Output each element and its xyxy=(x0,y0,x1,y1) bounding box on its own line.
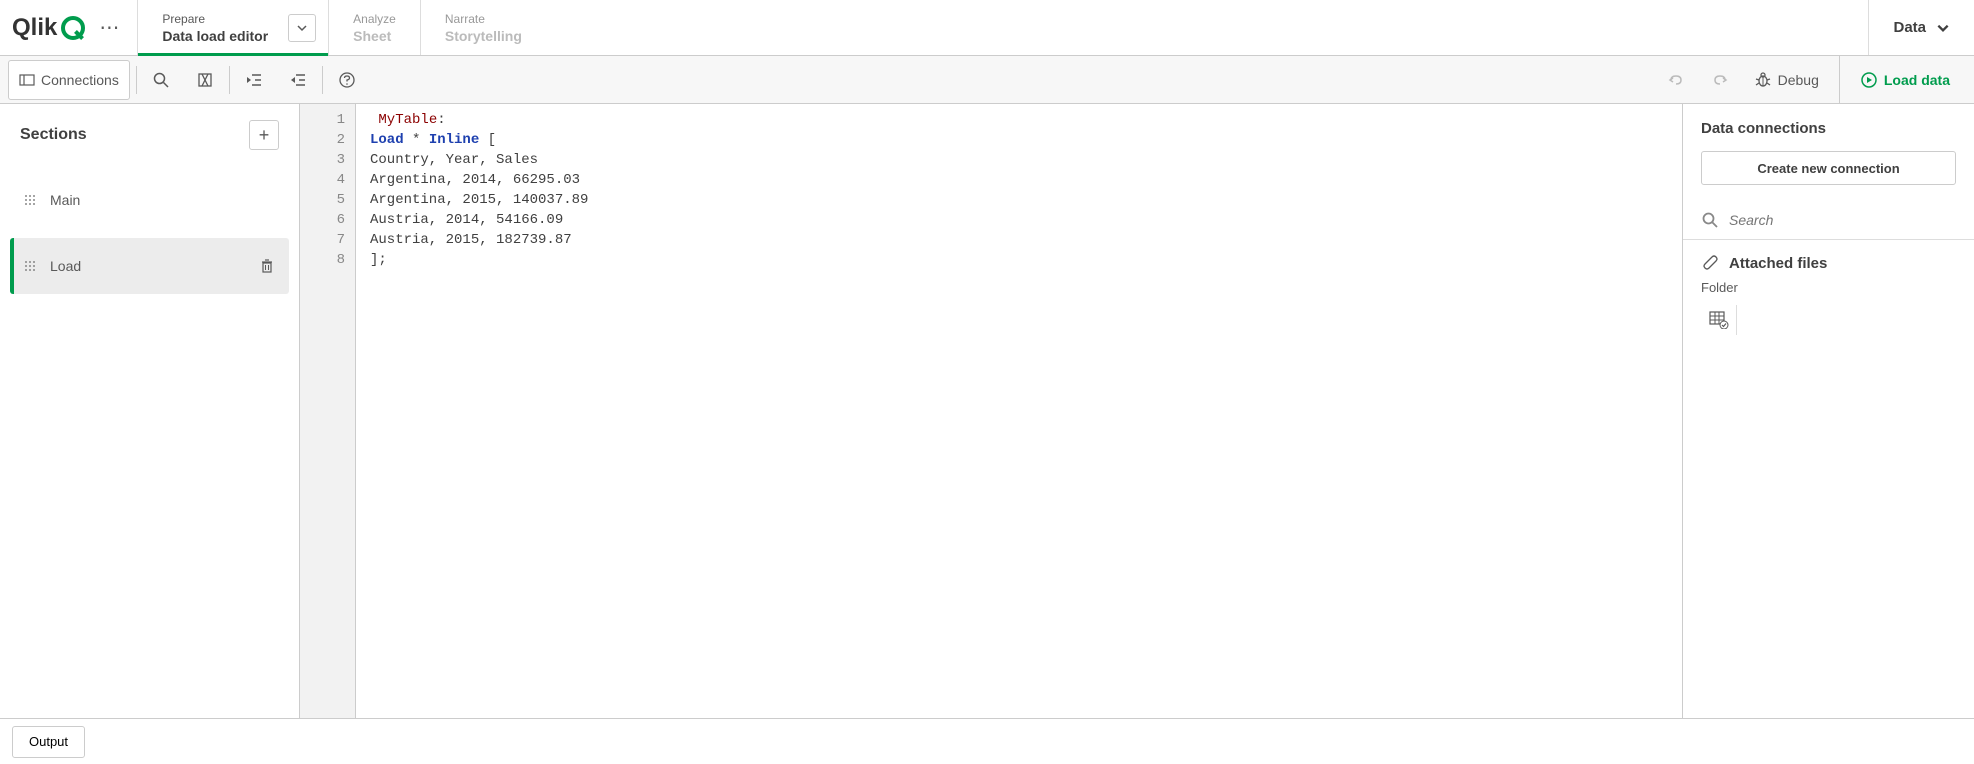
outdent-button[interactable] xyxy=(276,60,320,100)
trash-icon xyxy=(259,258,275,274)
line-number: 6 xyxy=(306,210,345,230)
tab-sub: Sheet xyxy=(353,28,396,44)
code-editor[interactable]: 12345678 MyTable:Load * Inline [Country,… xyxy=(300,104,1682,718)
app-dropdown-label: Data xyxy=(1893,19,1926,36)
tab-label: Prepare xyxy=(162,12,268,26)
app-logo[interactable]: Qlik xyxy=(12,14,85,42)
redo-icon xyxy=(1711,71,1729,89)
editor-gutter: 12345678 xyxy=(300,104,356,718)
outdent-icon xyxy=(289,71,307,89)
line-number: 5 xyxy=(306,190,345,210)
nav-tabs: Prepare Data load editor Analyze Sheet N… xyxy=(137,0,1868,55)
line-number: 1 xyxy=(306,110,345,130)
section-name: Main xyxy=(50,192,275,208)
status-bar: Output xyxy=(0,718,1974,764)
connections-search xyxy=(1683,201,1974,239)
toolbar: Connections Debug Load data xyxy=(0,56,1974,104)
separator xyxy=(229,66,230,94)
section-item-main[interactable]: Main xyxy=(10,172,289,228)
section-name: Load xyxy=(50,258,245,274)
connections-title: Data connections xyxy=(1701,120,1956,137)
more-menu-icon[interactable]: ⋯ xyxy=(93,12,125,44)
code-line[interactable]: Country, Year, Sales xyxy=(370,150,1668,170)
add-section-button[interactable]: + xyxy=(249,120,279,150)
comment-icon xyxy=(196,71,214,89)
tab-narrate[interactable]: Narrate Storytelling xyxy=(420,0,546,55)
attached-files-section: Attached files Folder xyxy=(1683,239,1974,349)
code-line[interactable]: Argentina, 2014, 66295.03 xyxy=(370,170,1668,190)
chevron-down-icon xyxy=(1936,21,1950,35)
attached-files-title: Attached files xyxy=(1729,255,1827,272)
indent-icon xyxy=(245,71,263,89)
delete-section-button[interactable] xyxy=(259,258,275,274)
search-icon xyxy=(1701,211,1719,229)
code-line[interactable]: Austria, 2015, 182739.87 xyxy=(370,230,1668,250)
bug-icon xyxy=(1754,71,1772,89)
connections-button[interactable]: Connections xyxy=(8,60,130,100)
line-number: 8 xyxy=(306,250,345,270)
code-line[interactable]: Austria, 2014, 54166.09 xyxy=(370,210,1668,230)
help-icon xyxy=(338,71,356,89)
separator xyxy=(322,66,323,94)
line-number: 7 xyxy=(306,230,345,250)
code-line[interactable]: Load * Inline [ xyxy=(370,130,1668,150)
drag-handle-icon[interactable] xyxy=(24,260,36,272)
line-number: 4 xyxy=(306,170,345,190)
create-connection-button[interactable]: Create new connection xyxy=(1701,151,1956,185)
line-number: 3 xyxy=(306,150,345,170)
play-icon xyxy=(1860,71,1878,89)
top-bar: Qlik ⋯ Prepare Data load editor Analyze … xyxy=(0,0,1974,56)
search-button[interactable] xyxy=(139,60,183,100)
tab-sub: Data load editor xyxy=(162,28,268,44)
logo-mark-icon xyxy=(61,16,85,40)
load-data-label: Load data xyxy=(1884,72,1950,88)
attachment-icon xyxy=(1701,254,1719,272)
drag-handle-icon[interactable] xyxy=(24,194,36,206)
debug-label: Debug xyxy=(1778,72,1819,88)
comment-toggle-button[interactable] xyxy=(183,60,227,100)
sections-panel: Sections + Main Load xyxy=(0,104,300,718)
tab-dropdown-button[interactable] xyxy=(288,14,316,42)
load-data-button[interactable]: Load data xyxy=(1839,56,1970,104)
editor-code[interactable]: MyTable:Load * Inline [Country, Year, Sa… xyxy=(356,104,1682,718)
select-data-button[interactable] xyxy=(1701,305,1737,335)
panel-icon xyxy=(19,72,35,88)
separator xyxy=(136,66,137,94)
debug-button[interactable]: Debug xyxy=(1742,60,1831,100)
attached-files-header: Attached files xyxy=(1701,254,1956,272)
folder-label: Folder xyxy=(1701,280,1956,295)
tab-label: Narrate xyxy=(445,12,522,26)
tab-label: Analyze xyxy=(353,12,396,26)
output-button[interactable]: Output xyxy=(12,726,85,758)
line-number: 2 xyxy=(306,130,345,150)
connections-search-input[interactable] xyxy=(1729,212,1956,228)
main: Sections + Main Load 12345678 MyTable:Lo… xyxy=(0,104,1974,718)
app-dropdown[interactable]: Data xyxy=(1868,0,1974,55)
sections-header: Sections + xyxy=(10,120,289,162)
sections-title: Sections xyxy=(20,126,87,144)
tab-analyze[interactable]: Analyze Sheet xyxy=(328,0,420,55)
section-item-load[interactable]: Load xyxy=(10,238,289,294)
undo-icon xyxy=(1667,71,1685,89)
connections-section: Data connections Create new connection xyxy=(1683,104,1974,201)
logo-text: Qlik xyxy=(12,14,57,42)
code-line[interactable]: Argentina, 2015, 140037.89 xyxy=(370,190,1668,210)
indent-button[interactable] xyxy=(232,60,276,100)
undo-button[interactable] xyxy=(1654,60,1698,100)
code-line[interactable]: ]; xyxy=(370,250,1668,270)
connections-label: Connections xyxy=(41,72,119,88)
help-button[interactable] xyxy=(325,60,369,100)
code-line[interactable]: MyTable: xyxy=(370,110,1668,130)
logo-area: Qlik ⋯ xyxy=(0,0,137,55)
tab-sub: Storytelling xyxy=(445,28,522,44)
chevron-down-icon xyxy=(296,22,308,34)
search-icon xyxy=(152,71,170,89)
tab-prepare[interactable]: Prepare Data load editor xyxy=(137,0,328,55)
redo-button[interactable] xyxy=(1698,60,1742,100)
table-select-icon xyxy=(1709,311,1729,329)
connections-panel: Data connections Create new connection A… xyxy=(1682,104,1974,718)
